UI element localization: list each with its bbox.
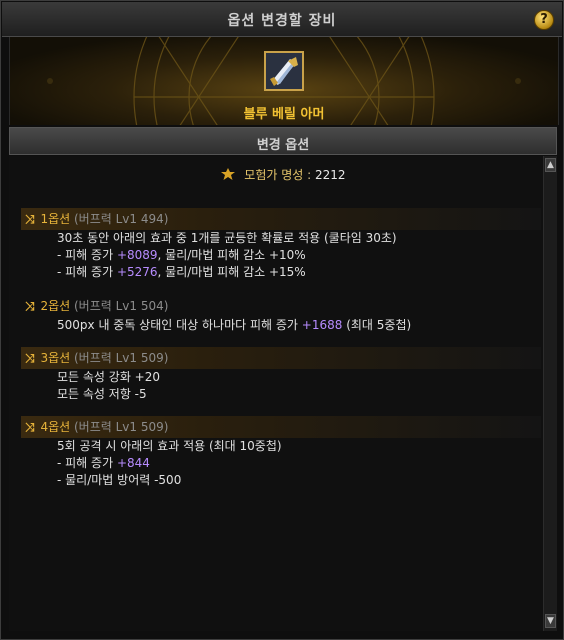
option-name: 3옵션	[40, 351, 71, 365]
option-name: 2옵션	[40, 299, 71, 313]
shuffle-icon: ⤨	[25, 420, 35, 434]
option-line: 모든 속성 저항 -5	[57, 387, 147, 401]
option-name: 4옵션	[40, 420, 71, 434]
shuffle-icon: ⤨	[25, 351, 35, 365]
fame-value: 2212	[315, 168, 346, 182]
scrollbar[interactable]: ▲ ▼	[543, 156, 557, 631]
fame-label: 모험가 명성	[244, 168, 304, 182]
option-3: ⤨ 3옵션 (버프력 Lv1 509) 모든 속성 강화 +20 모든 속성 저…	[21, 347, 541, 403]
scroll-down-button[interactable]: ▼	[545, 614, 556, 628]
option-line: 30초 동안 아래의 효과 중 1개를 균등한 확률로 적용 (쿨타임 30초)	[57, 231, 397, 245]
option-name: 1옵션	[40, 212, 71, 226]
shuffle-icon: ⤨	[25, 299, 35, 313]
option-line: - 피해 증가 +844	[57, 456, 150, 470]
option-line: - 물리/마법 방어력 -500	[57, 473, 182, 487]
option-1: ⤨ 1옵션 (버프력 Lv1 494) 30초 동안 아래의 효과 중 1개를 …	[21, 208, 541, 281]
option-line: - 피해 증가 +5276, 물리/마법 피해 감소 +15%	[57, 265, 306, 279]
adventurer-fame-row: 모험가 명성 : 2212	[9, 166, 557, 183]
option-3-header[interactable]: ⤨ 3옵션 (버프력 Lv1 509)	[21, 347, 541, 369]
item-name: 블루 베릴 아머	[243, 107, 325, 122]
shuffle-icon: ⤨	[25, 212, 35, 226]
option-line: 500px 내 중독 상태인 대상 하나마다 피해 증가 +1688 (최대 5…	[57, 318, 412, 332]
window-title: 옵션 변경할 장비	[227, 13, 337, 29]
option-1-header[interactable]: ⤨ 1옵션 (버프력 Lv1 494)	[21, 208, 541, 230]
option-buff-level: (버프력 Lv1 494)	[73, 212, 169, 226]
option-line: - 피해 증가 +8089, 물리/마법 피해 감소 +10%	[57, 248, 306, 262]
options-panel[interactable]: 모험가 명성 : 2212 ⤨ 1옵션 (버프력 Lv1 494) 30초 동안…	[9, 156, 557, 631]
equipment-banner: 블루 베릴 아머	[9, 37, 559, 125]
section-title: 변경 옵션	[256, 138, 310, 153]
scroll-up-button[interactable]: ▲	[545, 158, 556, 172]
option-line: 5회 공격 시 아래의 효과 적용 (최대 10중첩)	[57, 439, 282, 453]
option-2: ⤨ 2옵션 (버프력 Lv1 504) 500px 내 중독 상태인 대상 하나…	[21, 295, 541, 334]
option-line: 모든 속성 강화 +20	[57, 370, 161, 384]
option-change-window: 옵션 변경할 장비 ? 블루 베릴 아머 변경 옵션 모험가 명성: 2212…	[0, 0, 564, 640]
option-4-header[interactable]: ⤨ 4옵션 (버프력 Lv1 509)	[21, 416, 541, 438]
section-header: 변경 옵션	[9, 127, 557, 155]
fame-separator: :	[307, 168, 312, 182]
option-buff-level: (버프력 Lv1 509)	[73, 351, 169, 365]
armor-item-icon	[266, 53, 302, 89]
help-icon[interactable]: ?	[534, 10, 554, 30]
item-slot[interactable]	[264, 51, 304, 91]
option-buff-level: (버프력 Lv1 509)	[73, 420, 169, 434]
option-buff-level: (버프력 Lv1 504)	[73, 299, 169, 313]
option-4: ⤨ 4옵션 (버프력 Lv1 509) 5회 공격 시 아래의 효과 적용 (최…	[21, 416, 541, 489]
title-bar[interactable]: 옵션 변경할 장비 ?	[2, 2, 562, 37]
fame-icon	[221, 168, 236, 180]
option-2-header[interactable]: ⤨ 2옵션 (버프력 Lv1 504)	[21, 295, 541, 317]
